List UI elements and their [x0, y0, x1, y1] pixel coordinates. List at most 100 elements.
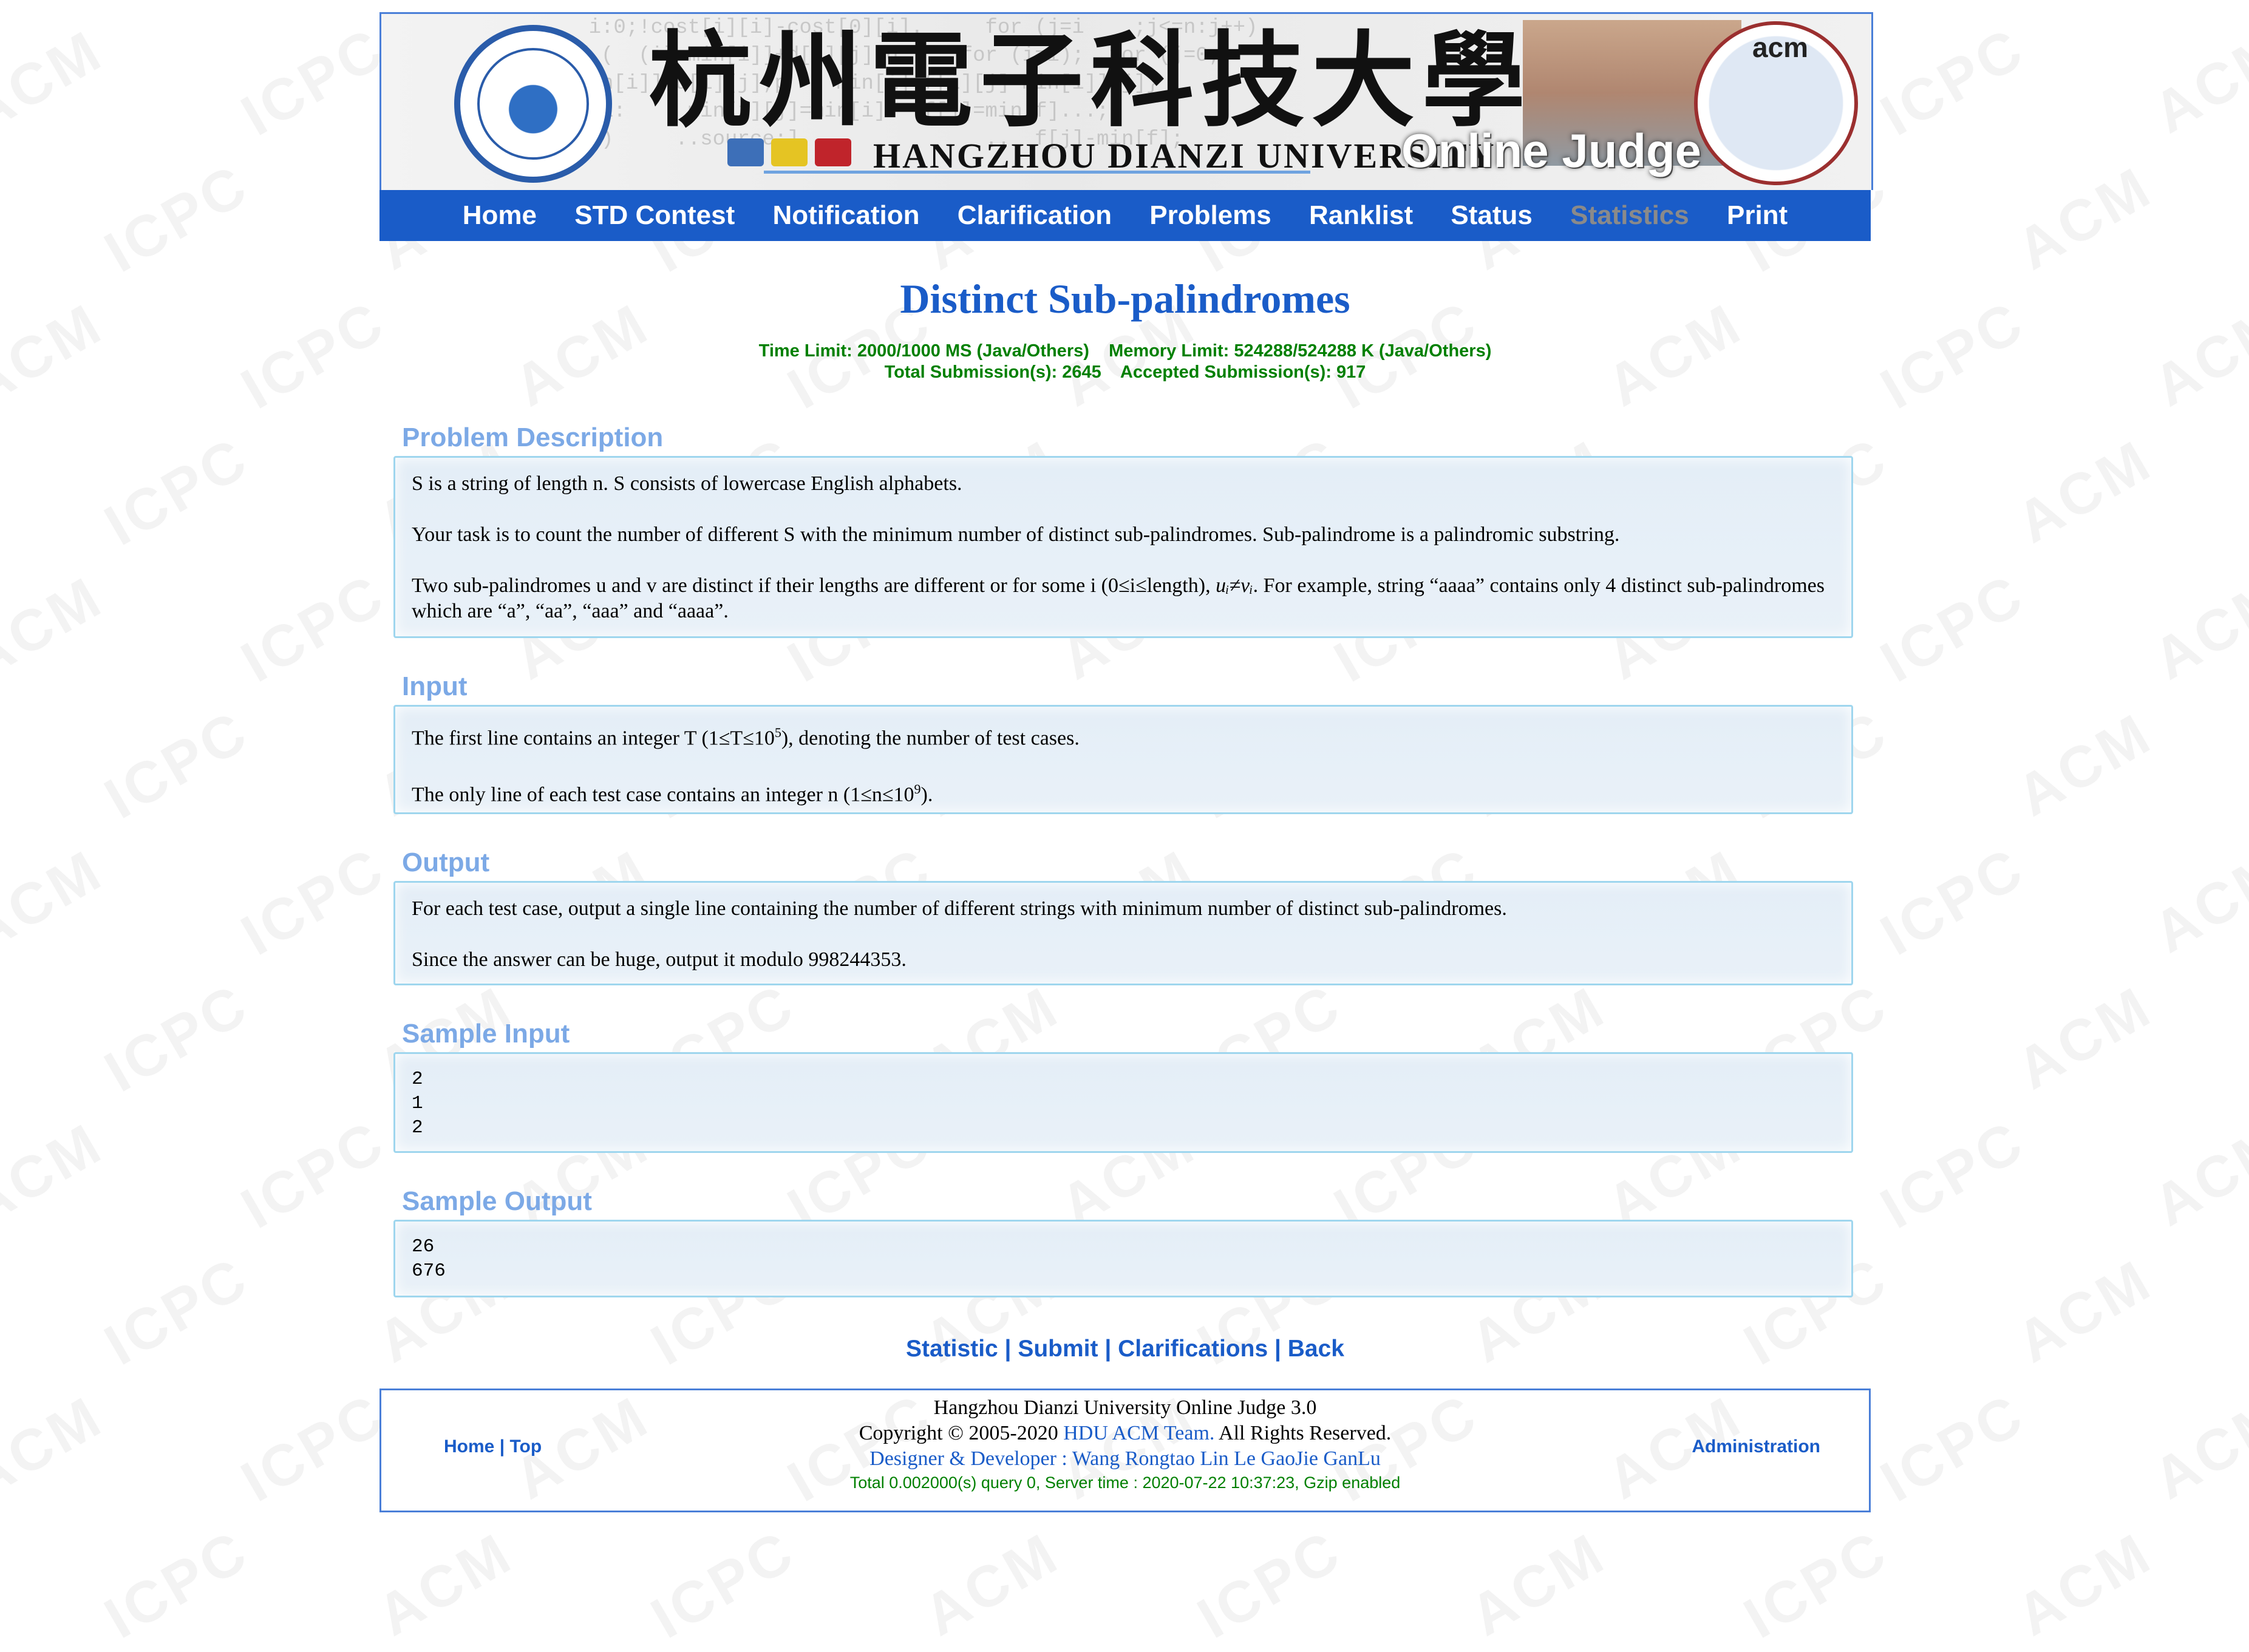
watermark-text: ICPC	[230, 561, 396, 696]
watermark-text: ICPC	[1733, 1517, 1899, 1652]
watermark-text: ICPC	[230, 288, 396, 423]
problem-title: Distinct Sub-palindromes	[900, 276, 1350, 322]
hdu-acm-team-link[interactable]: HDU ACM Team.	[1063, 1422, 1214, 1444]
watermark-text: ICPC	[1870, 288, 2036, 423]
footer-line-2: Copyright © 2005-2020 HDU ACM Team. All …	[381, 1421, 1869, 1446]
apple-icon	[815, 138, 851, 166]
description-para-3: Two sub-palindromes u and v are distinct…	[412, 573, 1835, 624]
description-para-1: S is a string of length n. S consists of…	[412, 472, 962, 495]
nav-ranklist[interactable]: Ranklist	[1309, 200, 1413, 230]
input-line-1: The first line contains an integer T (1≤…	[412, 720, 1835, 751]
watermark-text: ACM	[2142, 837, 2249, 967]
watermark-text: ACM	[0, 563, 114, 693]
nav-std-contest[interactable]: STD Contest	[574, 200, 735, 230]
clarifications-link[interactable]: Clarifications	[1118, 1336, 1268, 1362]
watermark-text: ICPC	[230, 834, 396, 969]
description-para-2: Your task is to count the number of diff…	[412, 523, 1620, 546]
watermark-text: ACM	[0, 837, 114, 967]
statistic-link[interactable]: Statistic	[906, 1336, 998, 1362]
sample-output-panel: 26 676	[393, 1220, 1853, 1297]
input-line-2: The only line of each test case contains…	[412, 777, 1835, 807]
nav-clarification[interactable]: Clarification	[958, 200, 1112, 230]
watermark-text: ACM	[0, 1383, 114, 1513]
link-separator: |	[1098, 1336, 1118, 1362]
watermark-text: ACM	[2006, 700, 2163, 830]
description-panel: S is a string of length n. S consists of…	[393, 456, 1853, 638]
problem-actions: Statistic | Submit | Clarifications | Ba…	[379, 1334, 1871, 1364]
university-chinese-name: 杭州電子科技大學	[648, 20, 1533, 141]
nav-home[interactable]: Home	[463, 200, 537, 230]
footer: Home | Top Hangzhou Dianzi University On…	[379, 1389, 1871, 1512]
footer-info: Hangzhou Dianzi University Online Judge …	[381, 1395, 1869, 1494]
watermark-text: ACM	[2006, 1520, 2163, 1650]
sample-input-text: 2 1 2	[412, 1069, 423, 1138]
problem-limits: Time Limit: 2000/1000 MS (Java/Others) M…	[379, 341, 1871, 383]
header-banner: i:0;!cost[i][i]-cost[0][i]. for (j=i ;j<…	[379, 12, 1873, 190]
watermark-text: ICPC	[230, 1107, 396, 1242]
watermark-text: ICPC	[640, 1517, 806, 1652]
watermark-text: ICPC	[94, 971, 260, 1106]
watermark-text: ACM	[2142, 1110, 2249, 1240]
description-para-3-a: Two sub-palindromes u and v are distinct…	[412, 574, 1216, 597]
watermark-text: ACM	[1459, 1520, 1617, 1650]
description-heading: Problem Description	[402, 423, 664, 452]
nav-problems[interactable]: Problems	[1149, 200, 1271, 230]
watermark-text: ICPC	[1186, 1517, 1353, 1652]
watermark-text: ICPC	[94, 1244, 260, 1379]
watermark-text: ICPC	[94, 151, 260, 286]
watermark-text: ACM	[366, 1520, 524, 1650]
sample-input-panel: 2 1 2	[393, 1052, 1853, 1153]
yuan-icon	[771, 138, 808, 166]
sample-output-heading: Sample Output	[402, 1186, 592, 1216]
watermark-text: ICPC	[1870, 15, 2036, 149]
watermark-text: ICPC	[1870, 1107, 2036, 1242]
watermark-text: ICPC	[1870, 561, 2036, 696]
watermark-text: ACM	[913, 1520, 1070, 1650]
nav-statistics[interactable]: Statistics	[1570, 200, 1689, 230]
input-heading: Input	[402, 671, 468, 701]
back-link[interactable]: Back	[1288, 1336, 1344, 1362]
watermark-text: ACM	[2006, 973, 2163, 1103]
watermark-text: ICPC	[94, 698, 260, 832]
output-heading: Output	[402, 848, 490, 877]
description-math: uᵢ≠vᵢ	[1216, 574, 1253, 597]
footer-rights: All Rights Reserved.	[1214, 1422, 1392, 1444]
acm-icpc-logo-icon: acm	[1694, 21, 1858, 185]
watermark-text: ACM	[0, 1110, 114, 1240]
input-line-2-a: The only line of each test case contains…	[412, 783, 914, 806]
watermark-text: ICPC	[94, 1517, 260, 1652]
link-separator: |	[998, 1336, 1018, 1362]
watermark-text: ACM	[2142, 17, 2249, 147]
nav-print[interactable]: Print	[1727, 200, 1788, 230]
footer-copyright: Copyright © 2005-2020	[859, 1422, 1064, 1444]
page-container: i:0;!cost[i][i]-cost[0][i]. for (j=i ;j<…	[379, 12, 1873, 1512]
input-line-2-b: ).	[920, 783, 933, 806]
watermark-text: ICPC	[94, 424, 260, 559]
watermark-text: ACM	[2006, 154, 2163, 284]
banner-decor-icons	[727, 138, 859, 169]
online-judge-title: Online Judge	[1401, 124, 1702, 177]
watermark-text: ICPC	[230, 1381, 396, 1515]
limits-line-2: Total Submission(s): 2645 Accepted Submi…	[884, 362, 1366, 382]
watermark-text: ACM	[2006, 1246, 2163, 1376]
sample-output-text: 26 676	[412, 1236, 446, 1282]
nav-status[interactable]: Status	[1451, 200, 1532, 230]
administration-link[interactable]: Administration	[1692, 1436, 1820, 1457]
banner-rule	[764, 171, 1310, 174]
link-separator: |	[1268, 1336, 1288, 1362]
watermark-text: ACM	[2006, 427, 2163, 557]
watermark-text: ACM	[2142, 1383, 2249, 1513]
university-seal-icon	[454, 25, 612, 183]
submit-link[interactable]: Submit	[1018, 1336, 1098, 1362]
input-panel: The first line contains an integer T (1≤…	[393, 705, 1853, 814]
output-para-2: Since the answer can be huge, output it …	[412, 948, 907, 971]
input-line-1-sup: 5	[774, 725, 781, 740]
footer-line-1: Hangzhou Dianzi University Online Judge …	[933, 1396, 1317, 1419]
book-icon	[727, 138, 764, 166]
input-line-1-a: The first line contains an integer T (1≤…	[412, 727, 775, 750]
main-nav: Home STD Contest Notification Clarificat…	[379, 190, 1871, 241]
input-line-2-sup: 9	[914, 781, 921, 797]
nav-notification[interactable]: Notification	[773, 200, 920, 230]
watermark-text: ACM	[0, 17, 114, 147]
acm-logo-label: acm	[1752, 32, 1809, 63]
